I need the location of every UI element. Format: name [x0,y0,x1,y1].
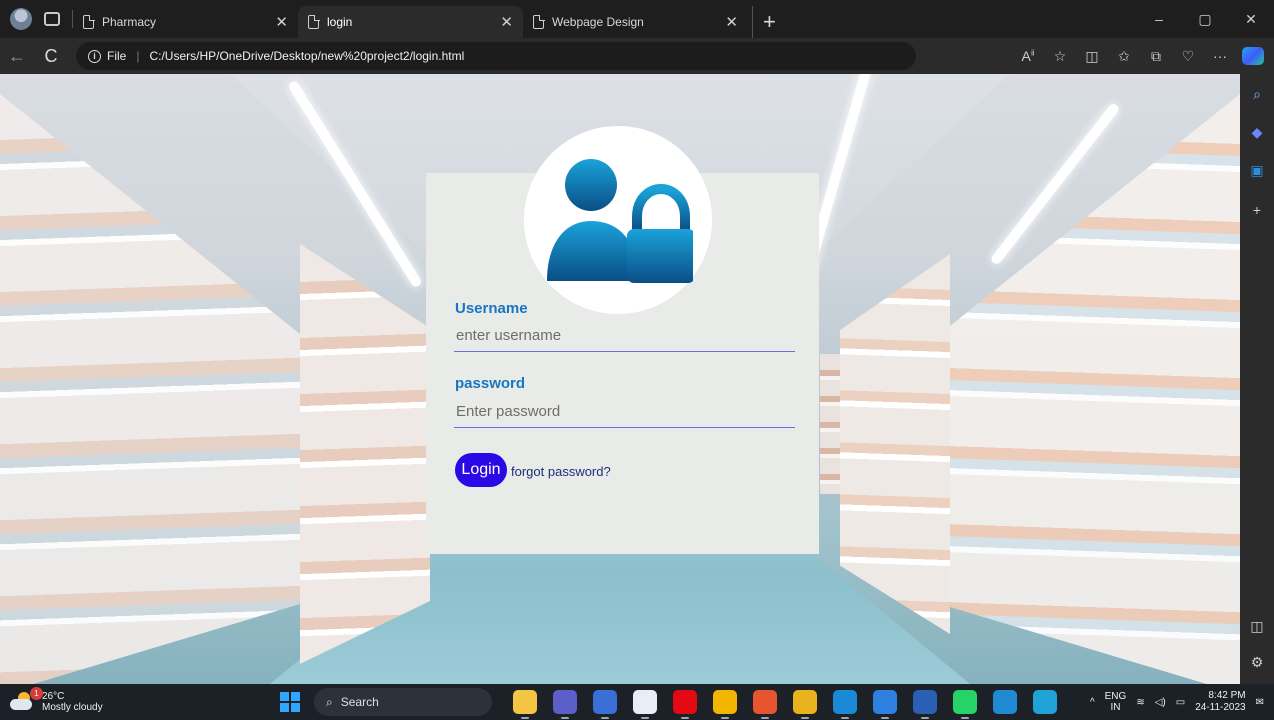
clock[interactable]: 8:42 PM 24-11-2023 [1195,690,1245,714]
sidebar-copilot-icon[interactable]: ◆ [1240,124,1274,141]
weather-condition: Mostly cloudy [42,702,103,713]
password-label: password [455,375,526,392]
chevron-up-icon[interactable]: ^ [1090,697,1095,708]
left-shelf [0,94,300,684]
page-background [0,74,1240,684]
edge-sidebar: ⌕ ◆ ▣ + ◫ ⚙ [1240,74,1274,684]
profile-avatar-icon[interactable] [10,8,32,30]
file-explorer-icon[interactable] [513,690,537,719]
tab-login[interactable]: login ✕ [298,6,523,38]
clock-date: 24-11-2023 [1195,702,1246,713]
favorites-icon[interactable]: ✩ [1108,48,1140,65]
region-code: IN [1110,702,1121,713]
url-separator: | [136,49,140,63]
scheme-label: File [107,49,127,63]
minimize-button[interactable]: – [1136,11,1182,27]
tab-title: Pharmacy [102,15,157,29]
sidebar-search-icon[interactable]: ⌕ [1240,86,1274,103]
word-icon[interactable] [913,690,937,719]
split-screen-icon[interactable]: ◫ [1076,48,1108,65]
notifications-icon[interactable]: ✉ [1256,697,1264,708]
username-input[interactable] [454,320,795,352]
refresh-button[interactable]: C [34,46,68,67]
chrome2-icon[interactable] [873,690,897,719]
page-icon [533,14,545,29]
back-button[interactable]: ← [0,46,34,67]
tab-webpage-design[interactable]: Webpage Design ✕ [523,6,748,38]
weather-widget[interactable]: 1 26°C Mostly cloudy [10,687,103,713]
weather-temp: 26°C [42,691,65,702]
battery-icon[interactable]: ▭ [1176,697,1185,708]
right-shelf-far [840,254,950,634]
office-icon[interactable] [753,690,777,719]
browser-essentials-icon[interactable]: ♡ [1172,48,1204,65]
sidebar-settings-icon[interactable]: ⚙ [1240,654,1274,671]
more-menu-icon[interactable]: ··· [1204,48,1236,64]
close-tab-icon[interactable]: ✕ [500,13,513,31]
login-button[interactable]: Login [455,453,507,487]
language-indicator[interactable]: ENG IN [1105,691,1127,713]
infinity-icon[interactable] [633,690,657,719]
close-tab-icon[interactable]: ✕ [725,13,738,31]
clock-time: 8:42 PM [1208,690,1246,701]
password-input[interactable] [454,396,795,428]
info-icon[interactable]: i [88,49,101,63]
windows-taskbar: 1 26°C Mostly cloudy ⌕ Search ^ ENG IN ≋… [0,684,1274,720]
copilot-icon[interactable] [1242,47,1264,65]
taskbar-search[interactable]: ⌕ Search [314,688,492,716]
teams-icon[interactable] [553,690,577,719]
sidebar-panel-icon[interactable]: ◫ [1240,618,1274,635]
tab-title: login [327,15,353,29]
netflix-icon[interactable] [673,690,697,719]
whatsapp-icon[interactable] [953,690,977,719]
tab-pharmacy[interactable]: Pharmacy ✕ [73,6,298,38]
user-lock-icon [547,159,693,283]
maximize-button[interactable]: ▢ [1182,11,1228,28]
user-lock-avatar [524,126,712,314]
url-text: C:/Users/HP/OneDrive/Desktop/new%20proje… [149,49,465,63]
start-icon[interactable] [280,692,300,712]
folder-icon[interactable] [713,690,737,719]
address-bar: ← C i File | C:/Users/HP/OneDrive/Deskto… [0,38,1274,74]
new-tab-button[interactable]: + [752,6,786,38]
left-shelf-far [300,244,430,664]
username-label: Username [455,300,528,317]
edge-icon[interactable] [1033,690,1057,714]
sidebar-add-icon[interactable]: + [1240,202,1274,218]
collections-icon[interactable]: ⧉ [1140,48,1172,65]
search-label: Search [340,695,379,709]
page-icon [308,14,320,29]
tab-title: Webpage Design [552,15,644,29]
volume-icon[interactable]: ◁) [1155,697,1166,708]
notification-badge: 1 [30,687,43,700]
chrome-icon[interactable] [793,690,817,719]
read-aloud-icon[interactable]: Aⅱ [1012,48,1044,64]
system-tray: ^ ENG IN ≋ ◁) ▭ 8:42 PM 24-11-2023 ✉ [1090,684,1274,720]
tab-actions-icon[interactable] [44,12,60,26]
close-window-button[interactable]: ✕ [1228,11,1274,28]
url-field[interactable]: i File | C:/Users/HP/OneDrive/Desktop/ne… [76,42,916,70]
search-icon: ⌕ [326,694,333,709]
vscode-icon[interactable] [993,690,1017,714]
forgot-password-link[interactable]: forgot password? [511,464,611,479]
right-shelf [940,94,1240,684]
page-icon [83,14,95,29]
close-tab-icon[interactable]: ✕ [275,13,288,31]
sidebar-outlook-icon[interactable]: ▣ [1240,162,1274,179]
favorite-star-icon[interactable]: ☆ [1044,48,1076,65]
wifi-icon[interactable]: ≋ [1136,697,1144,708]
browser-tab-bar: Pharmacy ✕ login ✕ Webpage Design ✕ + – … [0,0,1274,38]
mail-icon[interactable] [833,690,857,719]
language-code: ENG [1104,691,1127,702]
dev-icon[interactable] [593,690,617,719]
